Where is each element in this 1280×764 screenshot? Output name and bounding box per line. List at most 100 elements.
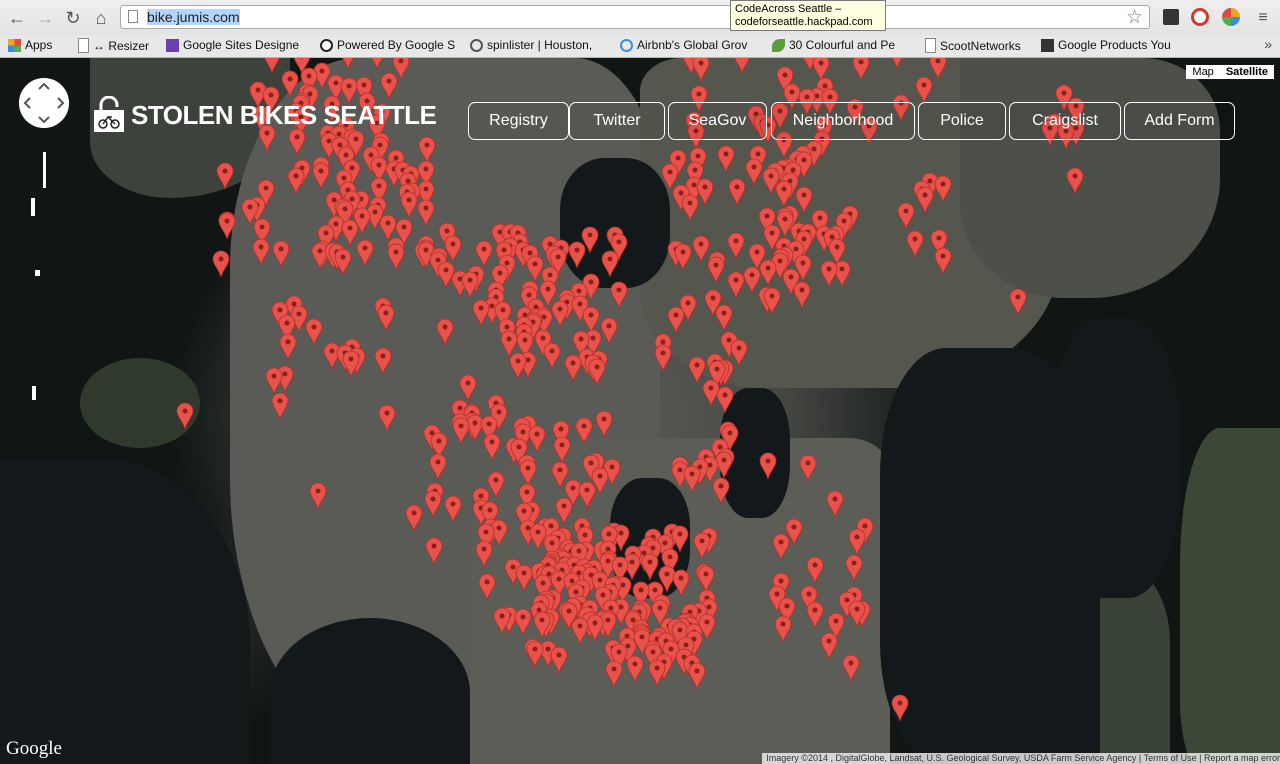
bookmark-google-sites[interactable]: Google Sites Designe: [166, 38, 302, 52]
stolen-bike-marker-icon[interactable]: [692, 58, 710, 82]
stolen-bike-marker-icon[interactable]: [387, 243, 405, 271]
bookmark-colourful[interactable]: 30 Colourful and Pe: [772, 38, 908, 52]
stolen-bike-marker-icon[interactable]: [683, 465, 701, 493]
stolen-bike-marker-icon[interactable]: [696, 178, 714, 206]
stolen-bike-marker-icon[interactable]: [852, 58, 870, 81]
stolen-bike-marker-icon[interactable]: [674, 243, 692, 271]
stolen-bike-marker-icon[interactable]: [252, 238, 270, 266]
map-type-satellite-button[interactable]: Satellite: [1220, 65, 1274, 79]
stolen-bike-marker-icon[interactable]: [212, 250, 230, 278]
stolen-bike-marker-icon[interactable]: [356, 239, 374, 267]
bookmarks-overflow[interactable]: »: [1264, 36, 1272, 52]
craigslist-button[interactable]: Craigslist: [1009, 102, 1121, 140]
stolen-bike-marker-icon[interactable]: [626, 655, 644, 683]
stolen-bike-marker-icon[interactable]: [272, 240, 290, 268]
stolen-bike-marker-icon[interactable]: [848, 528, 866, 556]
stolen-bike-marker-icon[interactable]: [461, 271, 479, 299]
stolen-bike-marker-icon[interactable]: [459, 374, 477, 402]
stolen-bike-marker-icon[interactable]: [820, 632, 838, 660]
add-form-button[interactable]: Add Form: [1124, 102, 1235, 140]
stolen-bike-marker-icon[interactable]: [493, 607, 511, 635]
map-attribution[interactable]: Imagery ©2014 , DigitalGlobe, Landsat, U…: [762, 753, 1280, 764]
stolen-bike-marker-icon[interactable]: [176, 402, 194, 430]
url-text[interactable]: bike.jumis.com: [147, 9, 240, 25]
stolen-bike-marker-icon[interactable]: [707, 256, 725, 284]
stolen-bike-marker-icon[interactable]: [487, 471, 505, 499]
bookmark-powered-by-google[interactable]: Powered By Google S: [320, 38, 456, 52]
stolen-bike-marker-icon[interactable]: [1066, 167, 1084, 195]
menu-icon[interactable]: ≡: [1252, 7, 1274, 29]
stolen-bike-marker-icon[interactable]: [763, 287, 781, 315]
bookmark-resizer[interactable]: ↔ Resizer: [78, 38, 158, 53]
stolen-bike-marker-icon[interactable]: [287, 167, 305, 195]
stolen-bike-marker-icon[interactable]: [897, 202, 915, 230]
seagov-button[interactable]: SeaGov: [668, 102, 767, 140]
stolen-bike-marker-icon[interactable]: [509, 352, 527, 380]
stolen-bike-marker-icon[interactable]: [543, 342, 561, 370]
stolen-bike-marker-icon[interactable]: [759, 452, 777, 480]
stolen-bike-marker-icon[interactable]: [263, 58, 281, 74]
stolen-bike-marker-icon[interactable]: [610, 281, 628, 309]
block-extension-icon[interactable]: [1191, 8, 1209, 26]
stolen-bike-marker-icon[interactable]: [378, 404, 396, 432]
stolen-bike-marker-icon[interactable]: [528, 425, 546, 453]
stolen-bike-marker-icon[interactable]: [526, 640, 544, 668]
stolen-bike-marker-icon[interactable]: [667, 306, 685, 334]
stolen-bike-marker-icon[interactable]: [475, 540, 493, 568]
stolen-bike-marker-icon[interactable]: [564, 354, 582, 382]
stolen-bike-marker-icon[interactable]: [405, 504, 423, 532]
stolen-bike-marker-icon[interactable]: [436, 318, 454, 346]
stolen-bike-marker-icon[interactable]: [377, 304, 395, 332]
stolen-bike-marker-icon[interactable]: [400, 191, 418, 219]
stolen-bike-marker-icon[interactable]: [601, 250, 619, 278]
bookmark-google-products[interactable]: Google Products You: [1041, 38, 1177, 52]
stolen-bike-marker-icon[interactable]: [715, 304, 733, 332]
stolen-bike-marker-icon[interactable]: [759, 259, 777, 287]
stolen-bike-marker-icon[interactable]: [934, 247, 952, 275]
stolen-bike-marker-icon[interactable]: [417, 199, 435, 227]
stolen-bike-marker-icon[interactable]: [716, 386, 734, 414]
stolen-bike-marker-icon[interactable]: [727, 271, 745, 299]
stolen-bike-marker-icon[interactable]: [553, 436, 571, 464]
stolen-bike-marker-icon[interactable]: [575, 417, 593, 445]
stolen-bike-marker-icon[interactable]: [472, 299, 490, 327]
stolen-bike-marker-icon[interactable]: [688, 662, 706, 690]
extension-icon[interactable]: [1222, 8, 1240, 26]
bookmark-apps[interactable]: Apps: [8, 38, 68, 52]
stolen-bike-marker-icon[interactable]: [586, 614, 604, 642]
stolen-bike-marker-icon[interactable]: [334, 248, 352, 276]
registry-button[interactable]: Registry: [468, 102, 569, 140]
stolen-bike-marker-icon[interactable]: [1009, 288, 1027, 316]
stolen-bike-marker-icon[interactable]: [712, 477, 730, 505]
police-button[interactable]: Police: [918, 102, 1006, 140]
stolen-bike-marker-icon[interactable]: [681, 194, 699, 222]
stolen-bike-marker-icon[interactable]: [305, 318, 323, 346]
stolen-bike-marker-icon[interactable]: [906, 230, 924, 258]
stolen-bike-marker-icon[interactable]: [799, 454, 817, 482]
stolen-bike-marker-icon[interactable]: [888, 58, 906, 69]
stolen-bike-marker-icon[interactable]: [551, 300, 569, 328]
stolen-bike-marker-icon[interactable]: [605, 660, 623, 688]
stolen-bike-marker-icon[interactable]: [279, 333, 297, 361]
stolen-bike-marker-icon[interactable]: [772, 533, 790, 561]
bookmark-star-icon[interactable]: ☆: [1126, 6, 1143, 29]
stolen-bike-marker-icon[interactable]: [717, 145, 735, 173]
stolen-bike-marker-icon[interactable]: [309, 482, 327, 510]
stolen-bike-marker-icon[interactable]: [916, 186, 934, 214]
map-type-map-button[interactable]: Map: [1186, 65, 1219, 79]
stolen-bike-marker-icon[interactable]: [745, 158, 763, 186]
stolen-bike-marker-icon[interactable]: [429, 453, 447, 481]
stolen-bike-marker-icon[interactable]: [793, 281, 811, 309]
stolen-bike-marker-icon[interactable]: [654, 344, 672, 372]
stolen-bike-marker-icon[interactable]: [452, 417, 470, 445]
stolen-bike-marker-icon[interactable]: [588, 358, 606, 386]
stolen-bike-marker-icon[interactable]: [600, 317, 618, 345]
stolen-bike-marker-icon[interactable]: [775, 180, 793, 208]
stolen-bike-marker-icon[interactable]: [826, 490, 844, 518]
stolen-bike-marker-icon[interactable]: [820, 260, 838, 288]
stolen-bike-marker-icon[interactable]: [728, 178, 746, 206]
stolen-bike-marker-icon[interactable]: [733, 58, 751, 74]
stolen-bike-marker-icon[interactable]: [568, 241, 586, 269]
stolen-bike-marker-icon[interactable]: [891, 694, 909, 722]
stolen-bike-marker-icon[interactable]: [271, 392, 289, 420]
